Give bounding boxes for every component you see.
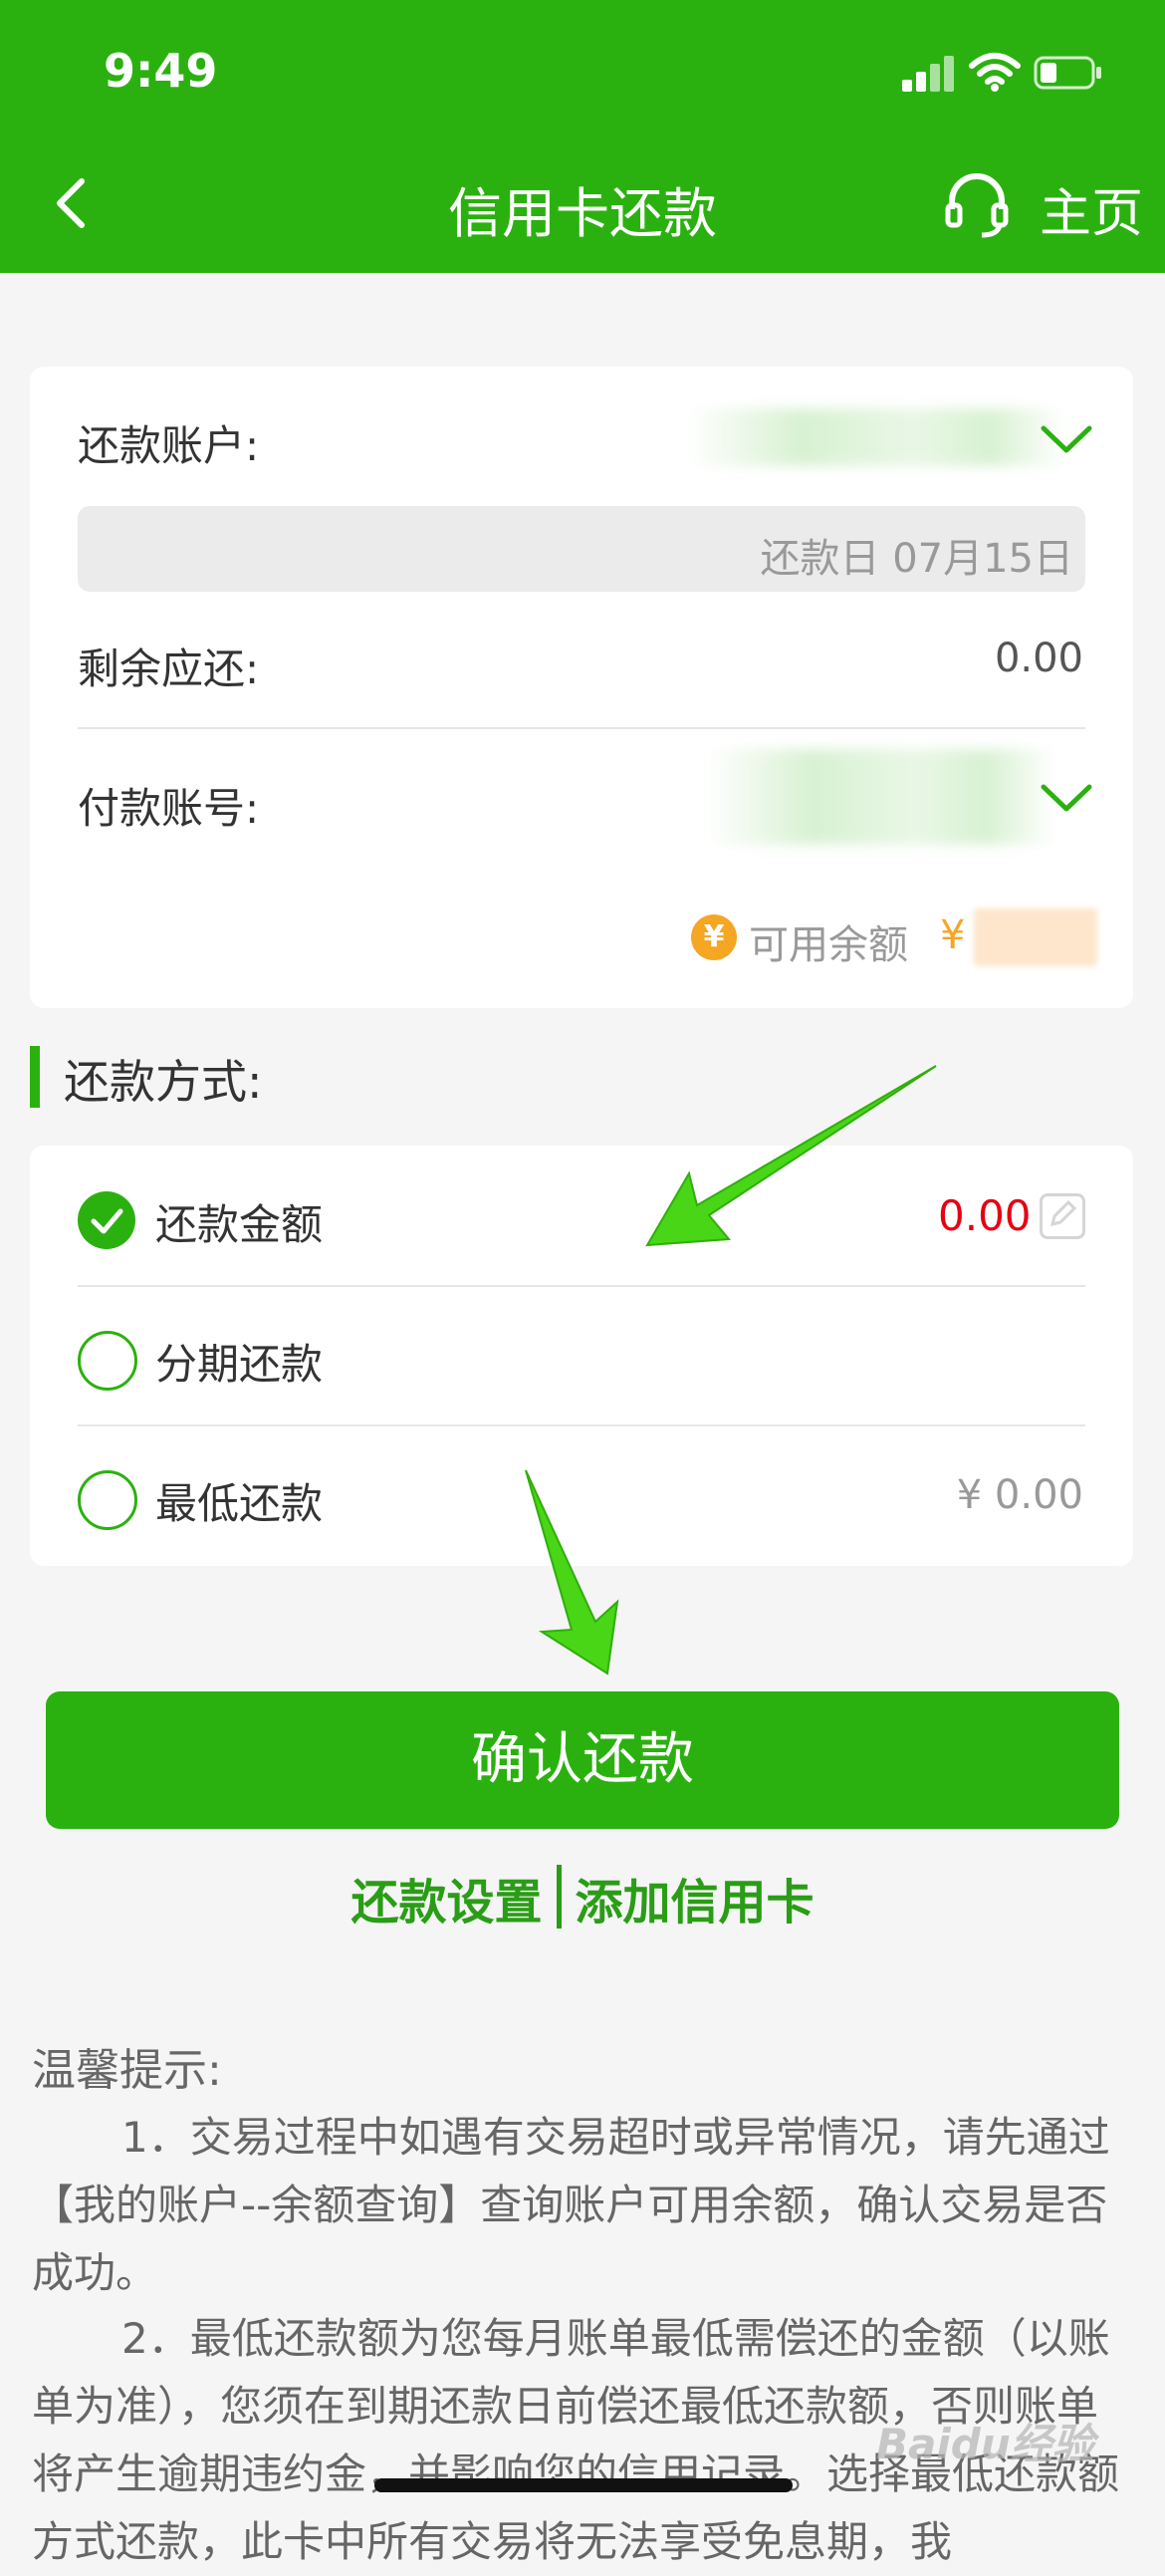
- section-marker: [30, 1046, 40, 1108]
- divider: [78, 1424, 1085, 1426]
- home-link[interactable]: 主页: [1040, 171, 1143, 246]
- repay-account-label: 还款账户:: [78, 421, 260, 470]
- add-credit-card-link[interactable]: 添加信用卡: [576, 1875, 815, 1931]
- available-balance-value: [974, 908, 1097, 966]
- divider: [78, 727, 1085, 729]
- divider: [78, 1285, 1085, 1287]
- annotation-arrow-icon: [525, 1469, 619, 1675]
- remaining-label: 剩余应还:: [78, 644, 260, 693]
- option-minimum-value: ¥ 0.00: [956, 1472, 1083, 1518]
- check-icon[interactable]: [78, 1191, 135, 1249]
- action-links: 还款设置 添加信用卡: [0, 1863, 1165, 1932]
- app-header: 9:49 信用卡还款 主页: [0, 0, 1165, 273]
- tips-title: 温馨提示:: [32, 2045, 222, 2096]
- tip-item-1: 1．交易过程中如遇有交易超时或异常情况，请先通过【我的账户--余额查询】查询账户…: [32, 2113, 1110, 2297]
- watermark: Baidu经验: [876, 2420, 1094, 2468]
- option-installment-label[interactable]: 分期还款: [155, 1331, 323, 1392]
- annotation-arrow-icon: [645, 1065, 937, 1247]
- chevron-down-icon[interactable]: [1040, 781, 1093, 815]
- option-minimum-label[interactable]: 最低还款: [155, 1470, 323, 1531]
- available-balance-label: 可用余额: [749, 922, 908, 968]
- section-title: 还款方式:: [64, 1055, 263, 1109]
- edit-icon[interactable]: [1040, 1193, 1085, 1239]
- signal-icon: [902, 56, 954, 92]
- available-balance-currency: ¥: [940, 912, 966, 958]
- repay-account-value: [687, 408, 1065, 466]
- wifi-icon: [969, 53, 1021, 92]
- radio-minimum[interactable]: [78, 1470, 137, 1530]
- repay-settings-link[interactable]: 还款设置: [350, 1875, 542, 1931]
- link-separator: [556, 1865, 562, 1929]
- radio-installment[interactable]: [78, 1331, 137, 1391]
- coin-icon: ¥: [691, 914, 737, 960]
- remaining-value: 0.00: [994, 636, 1083, 681]
- due-date-text: 还款日 07月15日: [760, 536, 1073, 582]
- confirm-repay-button[interactable]: 确认还款: [46, 1691, 1119, 1829]
- home-indicator: [374, 2478, 793, 2492]
- chevron-down-icon[interactable]: [1040, 422, 1093, 456]
- status-time: 9:49: [104, 44, 218, 98]
- due-date-bar: 还款日 07月15日: [78, 506, 1085, 592]
- pay-account-value: [707, 749, 1055, 845]
- battery-icon: [1034, 56, 1101, 90]
- option-full-amount-label[interactable]: 还款金额: [155, 1191, 323, 1252]
- headset-icon[interactable]: [942, 169, 1012, 239]
- account-card: 还款账户: 还款日 07月15日 剩余应还: 0.00 付款账号: ¥ 可用余额…: [30, 367, 1133, 1008]
- pay-account-label: 付款账号:: [78, 784, 260, 833]
